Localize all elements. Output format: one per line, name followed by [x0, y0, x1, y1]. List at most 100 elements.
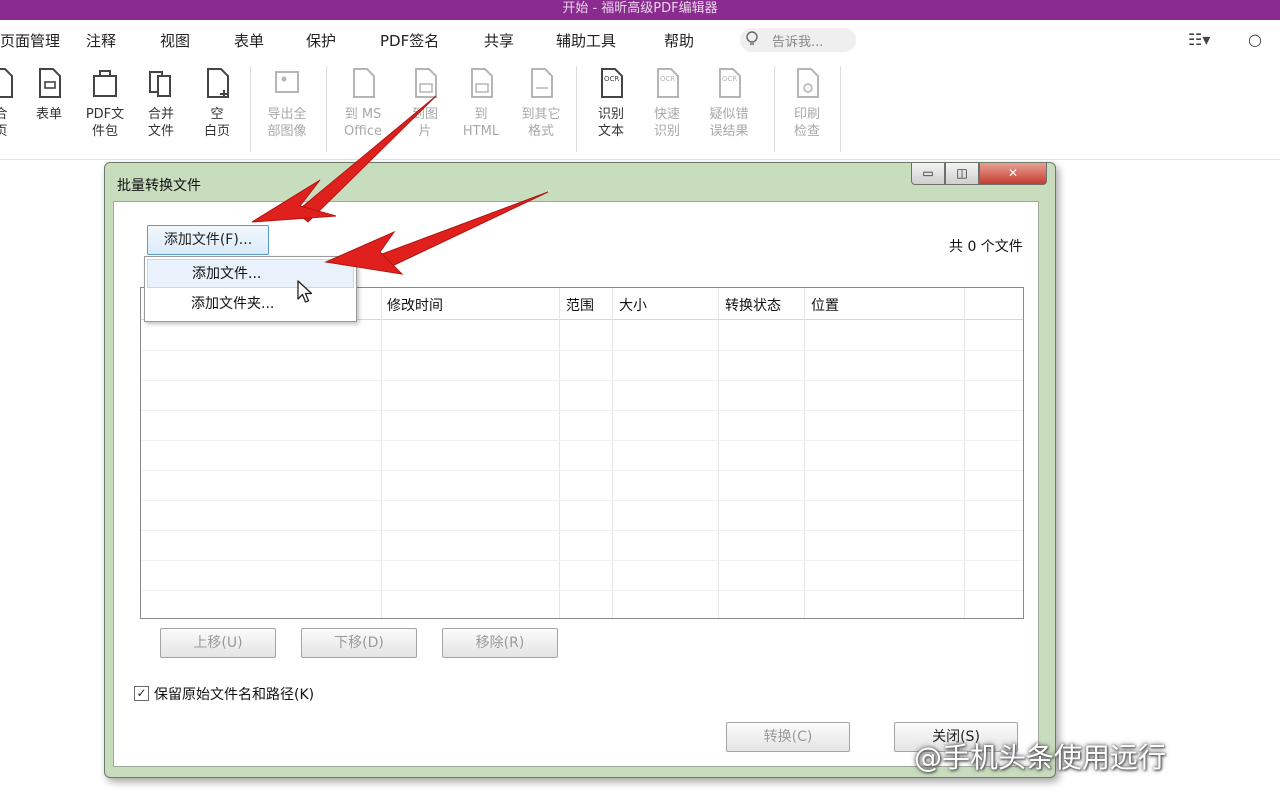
- tell-me-search[interactable]: 告诉我...: [740, 28, 856, 52]
- add-file-button[interactable]: 添加文件(F)...: [147, 225, 269, 255]
- column-location[interactable]: 位置: [811, 295, 839, 315]
- window-controls: ▭ ◫ ✕: [911, 163, 1049, 187]
- column-divider: [612, 288, 613, 618]
- ribbon-to-html-button[interactable]: 到 HTML: [454, 66, 508, 154]
- ribbon-ocr-button[interactable]: OCR 识别 文本: [584, 66, 638, 154]
- column-divider: [804, 288, 805, 618]
- to-other-icon: [531, 68, 553, 98]
- watermark: @手机头条使用远行: [914, 741, 1167, 774]
- ribbon-export-images-button[interactable]: 导出全 部图像: [260, 66, 314, 154]
- row-divider: [141, 500, 1023, 501]
- ribbon-merge-button[interactable]: 合并 文件: [134, 66, 188, 154]
- ribbon-separator: [250, 66, 251, 152]
- column-divider: [381, 288, 382, 618]
- row-divider: [141, 380, 1023, 381]
- dropdown-add-file[interactable]: 添加文件...: [147, 259, 354, 288]
- column-divider: [559, 288, 560, 618]
- quick-ocr-icon: OCR: [657, 68, 679, 98]
- menu-accessibility[interactable]: 辅助工具: [556, 30, 616, 51]
- to-image-icon: [415, 68, 437, 98]
- to-office-icon: [353, 68, 375, 98]
- svg-text:OCR: OCR: [660, 75, 675, 83]
- convert-button[interactable]: 转换(C): [726, 722, 850, 752]
- menu-comment[interactable]: 注释: [86, 30, 116, 51]
- row-divider: [141, 590, 1023, 591]
- row-divider: [141, 440, 1023, 441]
- merge-icon: [149, 71, 171, 97]
- column-divider: [718, 288, 719, 618]
- column-range[interactable]: 范围: [566, 295, 594, 315]
- maximize-button[interactable]: ◫: [945, 163, 979, 185]
- ribbon-portfolio-button[interactable]: PDF文 件包: [78, 66, 132, 154]
- ribbon-to-office-button[interactable]: 到 MS Office: [336, 66, 390, 154]
- column-size[interactable]: 大小: [619, 295, 647, 315]
- column-modified-time[interactable]: 修改时间: [387, 295, 443, 315]
- ribbon-separator: [840, 66, 841, 152]
- minimize-button[interactable]: ▭: [911, 163, 945, 185]
- ribbon-separator: [774, 66, 775, 152]
- maximize-icon: ◫: [956, 166, 968, 180]
- form-icon: [39, 68, 61, 98]
- lightbulb-icon: [746, 31, 758, 45]
- column-divider: [964, 288, 965, 618]
- search-icon[interactable]: ○: [1248, 30, 1262, 49]
- ribbon-label: 合并 文件: [147, 107, 174, 139]
- ribbon-form-button[interactable]: 表单: [22, 66, 76, 154]
- remove-button[interactable]: 移除(R): [442, 628, 558, 658]
- dropdown-add-folder[interactable]: 添加文件夹...: [147, 290, 354, 319]
- menu-view[interactable]: 视图: [160, 30, 190, 51]
- close-window-button[interactable]: ✕: [979, 163, 1047, 185]
- column-status[interactable]: 转换状态: [725, 295, 781, 315]
- ribbon-preflight-button[interactable]: 印刷 检查: [780, 66, 834, 154]
- row-divider: [141, 560, 1023, 561]
- ribbon-label: 到 MS Office: [344, 107, 382, 139]
- checkmark-icon: ✓: [136, 686, 147, 700]
- ribbon-label: PDF文 件包: [85, 107, 125, 139]
- ribbon-toolbar: 合 页 表单 PDF文 件包 合并 文件 空 白页 导出全 部图像 到 MS O…: [0, 60, 1280, 160]
- ocr-suspect-icon: OCR: [719, 68, 741, 98]
- ribbon-quick-ocr-button[interactable]: OCR 快速 识别: [640, 66, 694, 154]
- ribbon-label: 导出全 部图像: [267, 107, 307, 139]
- ribbon-blank-page-button[interactable]: 空 白页: [190, 66, 244, 154]
- ribbon-to-image-button[interactable]: 到图 片: [398, 66, 452, 154]
- row-divider: [141, 350, 1023, 351]
- menu-pdf-sign[interactable]: PDF签名: [380, 30, 439, 51]
- row-divider: [141, 530, 1023, 531]
- mouse-cursor-icon: [297, 280, 313, 303]
- app-title-bar: 开始 - 福昕高级PDF编辑器: [0, 0, 1280, 20]
- app-title: 开始 - 福昕高级PDF编辑器: [562, 1, 718, 16]
- ribbon-label: 印刷 检查: [793, 107, 820, 139]
- feedback-icon[interactable]: ☷▾: [1188, 30, 1210, 49]
- tell-me-placeholder: 告诉我...: [772, 35, 824, 50]
- menu-form[interactable]: 表单: [234, 30, 264, 51]
- row-divider: [141, 410, 1023, 411]
- ribbon-separator: [326, 66, 327, 152]
- ribbon-ocr-suspect-button[interactable]: OCR 疑似错 误结果: [702, 66, 756, 154]
- keep-name-checkbox[interactable]: ✓: [134, 686, 149, 701]
- ribbon-label: 表单: [35, 107, 62, 122]
- blank-page-icon: [207, 68, 229, 98]
- ribbon-label: 到图 片: [411, 107, 438, 139]
- minimize-icon: ▭: [922, 166, 934, 180]
- ocr-icon: OCR: [601, 68, 623, 98]
- ribbon-separator: [576, 66, 577, 152]
- file-list[interactable]: 名称 修改时间 范围 大小 转换状态 位置: [140, 287, 1024, 619]
- menu-page-management[interactable]: 页面管理: [0, 30, 60, 51]
- menu-help[interactable]: 帮助: [664, 30, 694, 51]
- menu-protect[interactable]: 保护: [306, 30, 336, 51]
- add-file-dropdown: 添加文件... 添加文件夹...: [144, 256, 357, 322]
- move-up-button[interactable]: 上移(U): [160, 628, 276, 658]
- menu-share[interactable]: 共享: [484, 30, 514, 51]
- ribbon-to-other-button[interactable]: 到其它 格式: [514, 66, 568, 154]
- close-icon: ✕: [1007, 166, 1019, 180]
- to-html-icon: [471, 68, 493, 98]
- ribbon-label: 识别 文本: [597, 107, 624, 139]
- ribbon-label: 到 HTML: [462, 107, 500, 139]
- export-images-icon: [275, 71, 299, 93]
- dialog-title: 批量转换文件: [117, 178, 201, 194]
- keep-name-label: 保留原始文件名和路径(K): [154, 687, 315, 703]
- file-count: 共 0 个文件: [949, 239, 1023, 255]
- portfolio-icon: [93, 70, 117, 97]
- move-down-button[interactable]: 下移(D): [301, 628, 417, 658]
- ribbon-label: 疑似错 误结果: [709, 107, 749, 139]
